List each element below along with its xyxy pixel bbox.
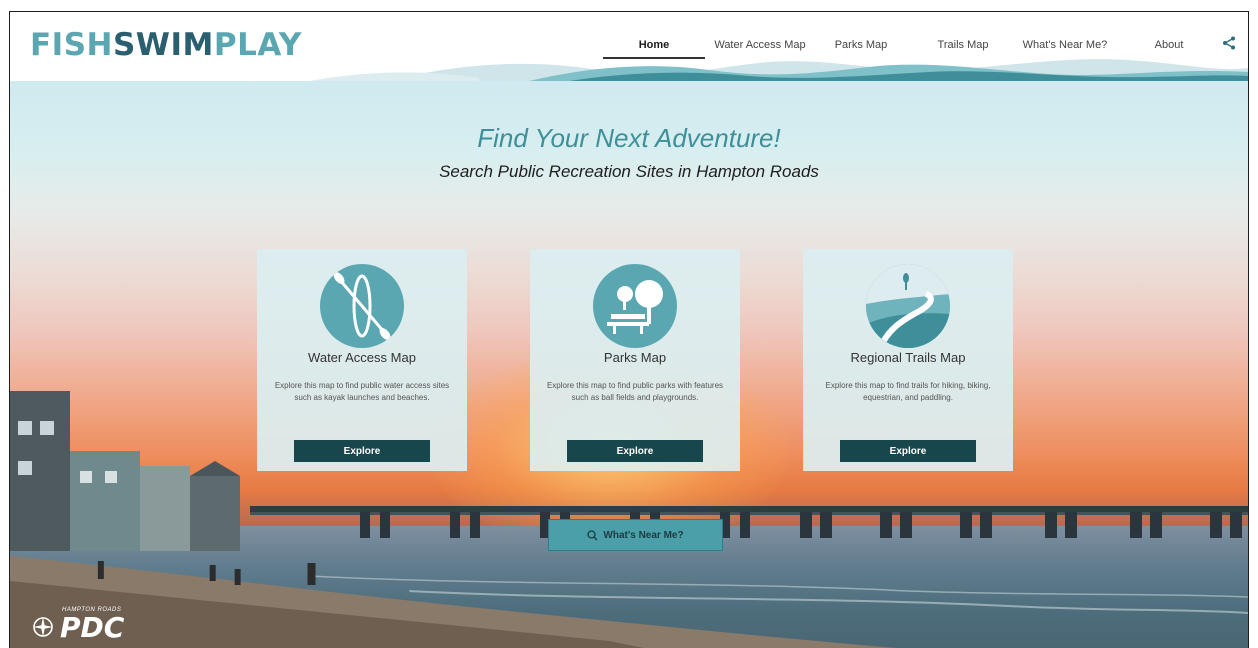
nav-home[interactable]: Home [603,33,705,59]
nav-whats-near-me[interactable]: What's Near Me? [1019,33,1111,57]
pier-image [250,506,1248,538]
nav-trails-map[interactable]: Trails Map [928,33,998,57]
card-description: Explore this map to find trails for hiki… [825,381,991,402]
nav-parks-map[interactable]: Parks Map [825,33,897,57]
card-parks: Parks Map Explore this map to find publi… [530,249,740,471]
hero-banner: Find Your Next Adventure! Search Public … [10,81,1248,648]
explore-water-access-button[interactable]: Explore [294,440,430,462]
hero-title: Find Your Next Adventure! [477,123,781,153]
card-water-access: Water Access Map Explore this map to fin… [257,249,467,471]
card-title: Water Access Map [308,350,416,365]
site-header: FISHSWIMPLAY Home Water Access Map Parks… [10,12,1248,81]
explore-trails-button[interactable]: Explore [840,440,976,462]
pdc-title: PDC [60,611,125,644]
hero-subtitle: Search Public Recreation Sites in Hampto… [439,162,819,181]
trail-icon [866,264,950,348]
beach-foreground [10,556,1248,648]
kayak-icon [320,264,404,348]
card-description: Explore this map to find public water ac… [274,381,450,402]
search-icon [587,529,598,540]
app-window: FISHSWIMPLAY Home Water Access Map Parks… [9,11,1249,648]
nav-about[interactable]: About [1147,33,1191,57]
card-description: Explore this map to find public parks wi… [546,381,724,402]
beach-houses-image [10,391,240,551]
whats-near-me-button[interactable]: What's Near Me? [548,519,723,551]
card-title: Parks Map [603,350,667,365]
nav-water-access-map[interactable]: Water Access Map [710,33,810,57]
card-title: Regional Trails Map [850,350,966,365]
main-nav: Home Water Access Map Parks Map Trails M… [10,33,1248,59]
compass-icon [33,617,53,637]
whats-near-me-label: What's Near Me? [603,529,684,541]
card-trails: Regional Trails Map Explore this map to … [803,249,1013,471]
pdc-logo: HAMPTON ROADS PDC [32,607,142,644]
park-icon [593,264,677,348]
explore-parks-button[interactable]: Explore [567,440,703,462]
share-icon[interactable] [1222,36,1236,50]
